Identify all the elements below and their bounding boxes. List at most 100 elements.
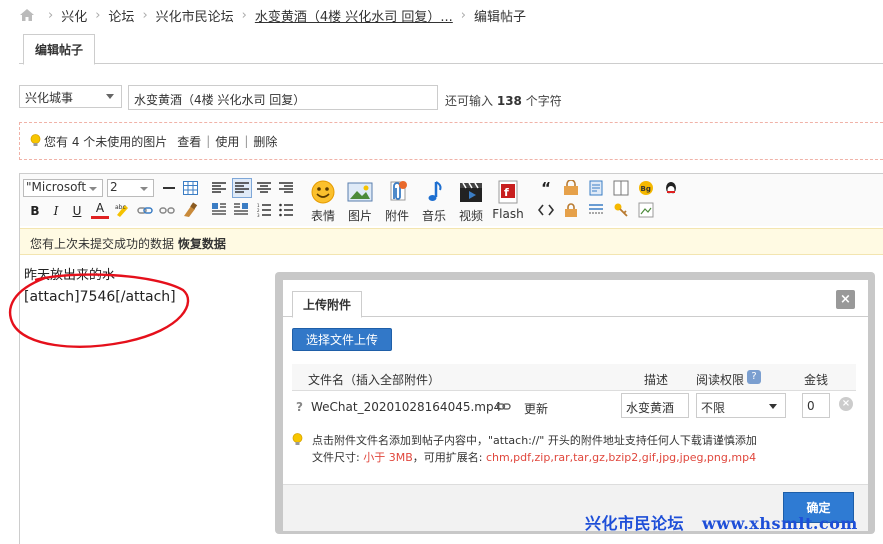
flash-button[interactable]: f Flash bbox=[491, 179, 525, 221]
permission-select-value: 不限 bbox=[701, 401, 726, 415]
ordered-list-icon[interactable]: 123 bbox=[255, 201, 273, 219]
description-input[interactable]: 水变黄酒 bbox=[621, 393, 689, 418]
align-center-icon[interactable] bbox=[255, 179, 273, 197]
image-button[interactable]: 图片 bbox=[343, 179, 377, 224]
header-description: 描述 bbox=[644, 373, 669, 387]
float-left-icon[interactable] bbox=[210, 201, 228, 219]
remaining-prefix: 还可输入 bbox=[445, 94, 494, 108]
breadcrumb-link[interactable]: 兴化 bbox=[61, 6, 87, 25]
divider: | bbox=[206, 134, 211, 148]
file-type-icon: ? bbox=[296, 400, 303, 414]
price-input[interactable]: 0 bbox=[802, 393, 830, 418]
header-permission: 阅读权限 bbox=[696, 373, 745, 387]
breadcrumb-link[interactable]: 论坛 bbox=[108, 6, 134, 25]
select-file-upload-button[interactable]: 选择文件上传 bbox=[292, 328, 392, 351]
svg-text:f: f bbox=[504, 186, 509, 199]
tab-bar bbox=[19, 33, 883, 64]
category-select[interactable]: 兴化城事 bbox=[19, 85, 122, 108]
breadcrumb-link[interactable]: 兴化市民论坛 bbox=[156, 6, 234, 25]
view-images-link[interactable]: 查看 bbox=[177, 133, 201, 150]
header-price: 金钱 bbox=[804, 373, 829, 387]
watermark-text: 兴化市民论坛 bbox=[585, 514, 685, 533]
qq-icon[interactable] bbox=[662, 179, 680, 197]
password-icon[interactable] bbox=[612, 201, 630, 219]
upload-tips: 点击附件文件名添加到帖子内容中，"attach://" 开头的附件地址支持任何人… bbox=[292, 432, 852, 466]
font-size-value: 2 bbox=[110, 180, 118, 194]
close-icon[interactable]: × bbox=[836, 290, 855, 309]
home-icon[interactable] bbox=[20, 9, 34, 21]
breadcrumb-link-thread[interactable]: 水变黄酒（4楼 兴化水司 回复）... bbox=[255, 6, 453, 25]
size-limit: 小于 3MB bbox=[363, 451, 413, 464]
size-label: 文件尺寸: bbox=[312, 451, 364, 464]
tab-upload-attachment[interactable]: 上传附件 bbox=[292, 291, 362, 318]
attachment-row: ? WeChat_20201028164045.mp4 更新 水变黄酒 不限 0… bbox=[292, 391, 856, 423]
font-family-value: "Microsoft bbox=[26, 180, 87, 194]
permission-select[interactable]: 不限 bbox=[696, 393, 786, 418]
remaining-suffix: 个字符 bbox=[525, 94, 562, 108]
italic-button[interactable]: I bbox=[47, 202, 65, 220]
code-card-icon[interactable] bbox=[587, 179, 605, 197]
page-break-icon[interactable] bbox=[587, 201, 605, 219]
breadcrumb-separator: › bbox=[241, 7, 247, 23]
quote-icon[interactable]: “ bbox=[537, 179, 555, 197]
remaining-count: 138 bbox=[496, 94, 522, 108]
update-link[interactable]: 更新 bbox=[524, 400, 548, 417]
highlight-icon[interactable]: abc bbox=[113, 201, 131, 219]
svg-text:abc: abc bbox=[115, 204, 126, 211]
table-icon[interactable] bbox=[181, 179, 199, 197]
align-right-icon[interactable] bbox=[277, 179, 295, 197]
unlink-icon[interactable] bbox=[158, 201, 176, 219]
bold-button[interactable]: B bbox=[26, 202, 44, 220]
breadcrumb-separator: › bbox=[48, 7, 54, 23]
tab-edit-post[interactable]: 编辑帖子 bbox=[23, 34, 95, 65]
attachment-label: 附件 bbox=[384, 209, 409, 223]
font-size-select[interactable]: 2 bbox=[107, 179, 154, 197]
ext-label: ，可用扩展名: bbox=[412, 451, 486, 464]
align-justify-icon[interactable] bbox=[232, 178, 252, 198]
subject-input[interactable]: 水变黄酒（4楼 兴化水司 回复） bbox=[128, 85, 438, 110]
link-icon[interactable] bbox=[136, 201, 154, 219]
chevron-down-icon bbox=[140, 187, 148, 191]
svg-text:3: 3 bbox=[257, 213, 260, 217]
clear-format-icon[interactable] bbox=[181, 201, 199, 219]
delete-images-link[interactable]: 删除 bbox=[253, 133, 277, 150]
breadcrumb-separator: › bbox=[142, 7, 148, 23]
free-content-icon[interactable] bbox=[562, 179, 580, 197]
video-button[interactable]: 视频 bbox=[454, 179, 488, 224]
hide-content-icon[interactable] bbox=[562, 201, 580, 219]
flash-icon: f bbox=[498, 180, 518, 204]
image-label: 图片 bbox=[347, 209, 372, 223]
remove-attachment-icon[interactable]: × bbox=[839, 397, 853, 411]
underline-button[interactable]: U bbox=[68, 202, 86, 220]
char-remaining: 还可输入 138 个字符 bbox=[445, 92, 562, 109]
tips-line-2: 文件尺寸: 小于 3MB，可用扩展名: chm,pdf,zip,rar,tar,… bbox=[292, 449, 852, 466]
help-icon[interactable]: ? bbox=[747, 370, 761, 384]
page-icon[interactable] bbox=[612, 179, 630, 197]
red-annotation-circle bbox=[8, 273, 190, 348]
link-icon[interactable] bbox=[497, 403, 511, 411]
horizontal-rule-icon[interactable] bbox=[160, 179, 178, 197]
watermark: 兴化市民论坛 www.xhsmlt.com bbox=[585, 510, 858, 534]
header-filename[interactable]: 文件名（插入全部附件） bbox=[308, 371, 440, 388]
broken-image-icon[interactable] bbox=[637, 201, 655, 219]
use-images-link[interactable]: 使用 bbox=[215, 133, 239, 150]
code-icon[interactable] bbox=[537, 201, 555, 219]
emoji-button[interactable]: 表情 bbox=[306, 179, 340, 224]
chevron-down-icon bbox=[89, 187, 97, 191]
bg-music-icon[interactable]: Bg bbox=[637, 179, 655, 197]
music-button[interactable]: 音乐 bbox=[417, 179, 451, 224]
chevron-down-icon bbox=[769, 404, 777, 409]
attachment-filename[interactable]: WeChat_20201028164045.mp4 bbox=[311, 400, 501, 414]
font-family-select[interactable]: "Microsoft bbox=[23, 179, 103, 197]
breadcrumb-separator: › bbox=[460, 7, 466, 23]
unused-images-bar: 您有 4 个未使用的图片 查看 | 使用 | 删除 bbox=[19, 122, 883, 160]
text-color-button[interactable]: A bbox=[91, 200, 109, 219]
restore-data-link[interactable]: 恢复数据 bbox=[178, 237, 226, 251]
float-right-icon[interactable] bbox=[232, 201, 250, 219]
clapperboard-icon bbox=[460, 182, 482, 202]
music-note-icon bbox=[428, 181, 442, 201]
align-left-icon[interactable] bbox=[210, 179, 228, 197]
attachment-table-header: 文件名（插入全部附件） 描述 阅读权限 ? 金钱 bbox=[292, 364, 856, 391]
unordered-list-icon[interactable] bbox=[277, 201, 295, 219]
attachment-button[interactable]: 附件 bbox=[380, 179, 414, 224]
